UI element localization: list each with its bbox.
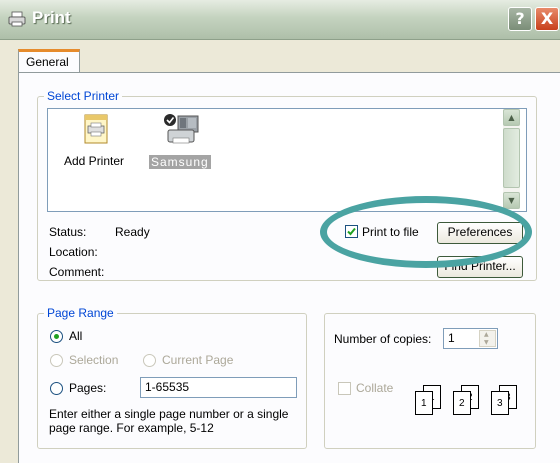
all-pages-radio[interactable] bbox=[50, 330, 63, 343]
page-stack-2-front: 2 bbox=[453, 391, 471, 415]
status-value: Ready bbox=[115, 225, 150, 239]
selection-radio[interactable] bbox=[50, 354, 63, 367]
current-page-radio[interactable] bbox=[143, 354, 156, 367]
printer-item-add-printer[interactable]: Add Printer bbox=[58, 112, 138, 172]
page-range-hint-line1: Enter either a single page number or a s… bbox=[49, 407, 289, 421]
location-label: Location: bbox=[49, 245, 98, 259]
add-printer-label: Add Printer bbox=[64, 154, 125, 168]
pages-input[interactable]: 1-65535 bbox=[140, 377, 297, 398]
printer-list-scrollbar[interactable]: ▲ ▼ bbox=[503, 109, 520, 209]
current-page-label[interactable]: Current Page bbox=[162, 353, 233, 367]
selection-label[interactable]: Selection bbox=[69, 353, 118, 367]
page-range-hint-line2: page range. For example, 5-12 bbox=[49, 421, 214, 435]
printer-icon bbox=[8, 11, 26, 27]
pages-radio[interactable] bbox=[50, 382, 63, 395]
highlight-ellipse bbox=[320, 196, 532, 268]
print-dialog: Print ? X General Select Printer Add Pri… bbox=[0, 0, 560, 463]
page-stack-1-front: 1 bbox=[415, 391, 433, 415]
collate-illustration: 1 1 2 2 3 3 bbox=[415, 385, 525, 425]
comment-label: Comment: bbox=[49, 265, 105, 279]
copies-spinner[interactable]: ▲ ▼ bbox=[479, 330, 496, 347]
title-bar: Print ? X bbox=[0, 0, 560, 40]
number-of-copies-label: Number of copies: bbox=[334, 332, 432, 346]
collate-label[interactable]: Collate bbox=[356, 381, 393, 395]
scroll-thumb[interactable] bbox=[503, 128, 520, 188]
add-printer-icon bbox=[84, 114, 108, 144]
help-button[interactable]: ? bbox=[508, 7, 532, 31]
printer-item-samsung[interactable]: Samsung bbox=[144, 112, 234, 172]
status-label: Status: bbox=[49, 225, 87, 239]
scroll-down-button[interactable]: ▼ bbox=[503, 192, 520, 209]
scroll-up-button[interactable]: ▲ bbox=[503, 109, 520, 126]
spinner-up-icon[interactable]: ▲ bbox=[484, 331, 489, 338]
pages-label[interactable]: Pages: bbox=[69, 381, 106, 395]
spinner-down-icon[interactable]: ▼ bbox=[484, 339, 489, 346]
collate-checkbox[interactable] bbox=[338, 382, 351, 395]
samsung-printer-label: Samsung bbox=[149, 155, 211, 169]
printer-icon bbox=[164, 114, 199, 144]
page-stack-3-front: 3 bbox=[491, 391, 509, 415]
all-pages-label[interactable]: All bbox=[69, 329, 82, 343]
close-button[interactable]: X bbox=[535, 7, 559, 31]
window-title: Print bbox=[32, 8, 71, 27]
select-printer-legend: Select Printer bbox=[44, 89, 123, 103]
page-range-legend: Page Range bbox=[44, 306, 117, 320]
tab-general[interactable]: General bbox=[18, 49, 80, 73]
